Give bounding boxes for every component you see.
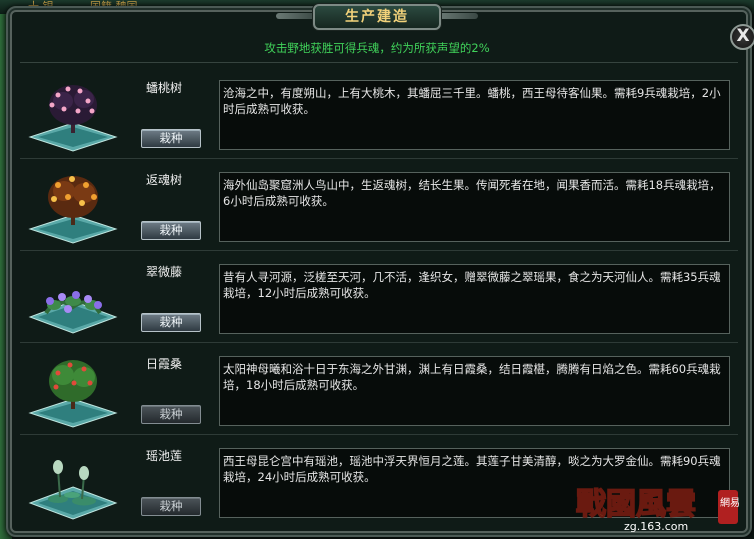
plant-button[interactable]: 栽种 bbox=[141, 497, 201, 516]
game-logo: 戰國風雲 zg.163.com 網易 bbox=[575, 486, 740, 533]
plant-button[interactable]: 栽种 bbox=[141, 313, 201, 332]
peach-tree-icon bbox=[28, 85, 118, 152]
jade-lotus-icon bbox=[28, 460, 118, 520]
plant-row-peach-tree: 蟠桃树 栽种 沧海之中，有度朔山，上有大桃木，其蟠屈三千里。蟠桃，西王母待客仙果… bbox=[20, 65, 738, 159]
revival-tree-icon bbox=[28, 176, 118, 244]
title-ornament-left bbox=[276, 13, 316, 19]
jade-vine-icon bbox=[28, 291, 118, 334]
logo-title: 戰國風雲 bbox=[576, 487, 696, 522]
plant-name: 翠微藤 bbox=[146, 265, 183, 279]
plant-name: 瑶池莲 bbox=[146, 449, 183, 463]
plant-name: 蟠桃树 bbox=[146, 81, 183, 95]
plant-button[interactable]: 栽种 bbox=[141, 405, 201, 424]
plant-name: 返魂树 bbox=[146, 173, 183, 187]
plant-row-sun-mulberry: 日霞桑 栽种 太阳神母曦和浴十日于东海之外甘渊，渊上有日霞桑，结日霞椹，腾腾有日… bbox=[20, 341, 738, 435]
plant-description: 昔有人寻河源，泛槎至天河，几不活，逢织女，赠翠微藤之翠瑶果，食之为天河仙人。需耗… bbox=[219, 264, 730, 334]
plant-description: 沧海之中，有度朔山，上有大桃木，其蟠屈三千里。蟠桃，西王母待客仙果。需耗9兵魂栽… bbox=[219, 80, 730, 150]
logo-site: zg.163.com bbox=[624, 520, 688, 533]
notice-text: 攻击野地获胜可得兵魂，约为所获声望的2% bbox=[264, 41, 490, 55]
plant-description: 海外仙岛聚窟洲人鸟山中，生返魂树，结长生果。传闻死者在地，闻果香而活。需耗18兵… bbox=[219, 172, 730, 242]
dialog-title: 生产建造 bbox=[313, 4, 441, 30]
plant-button[interactable]: 栽种 bbox=[141, 129, 201, 148]
sun-mulberry-icon bbox=[28, 360, 118, 428]
plant-description: 太阳神母曦和浴十日于东海之外甘渊，渊上有日霞桑，结日霞椹，腾腾有日焰之色。需耗6… bbox=[219, 356, 730, 426]
title-ornament-right bbox=[438, 13, 478, 19]
plant-button[interactable]: 栽种 bbox=[141, 221, 201, 240]
logo-seal-text: 網易 bbox=[720, 496, 740, 509]
plant-name: 日霞桑 bbox=[146, 357, 183, 371]
plant-list: 蟠桃树 栽种 沧海之中，有度朔山，上有大桃木，其蟠屈三千里。蟠桃，西王母待客仙果… bbox=[20, 62, 738, 524]
plant-row-revival-tree: 返魂树 栽种 海外仙岛聚窟洲人鸟山中，生返魂树，结长生果。传闻死者在地，闻果香而… bbox=[20, 157, 738, 251]
plant-row-jade-vine: 翠微藤 栽种 昔有人寻河源，泛槎至天河，几不活，逢织女，赠翠微藤之翠瑶果，食之为… bbox=[20, 249, 738, 343]
